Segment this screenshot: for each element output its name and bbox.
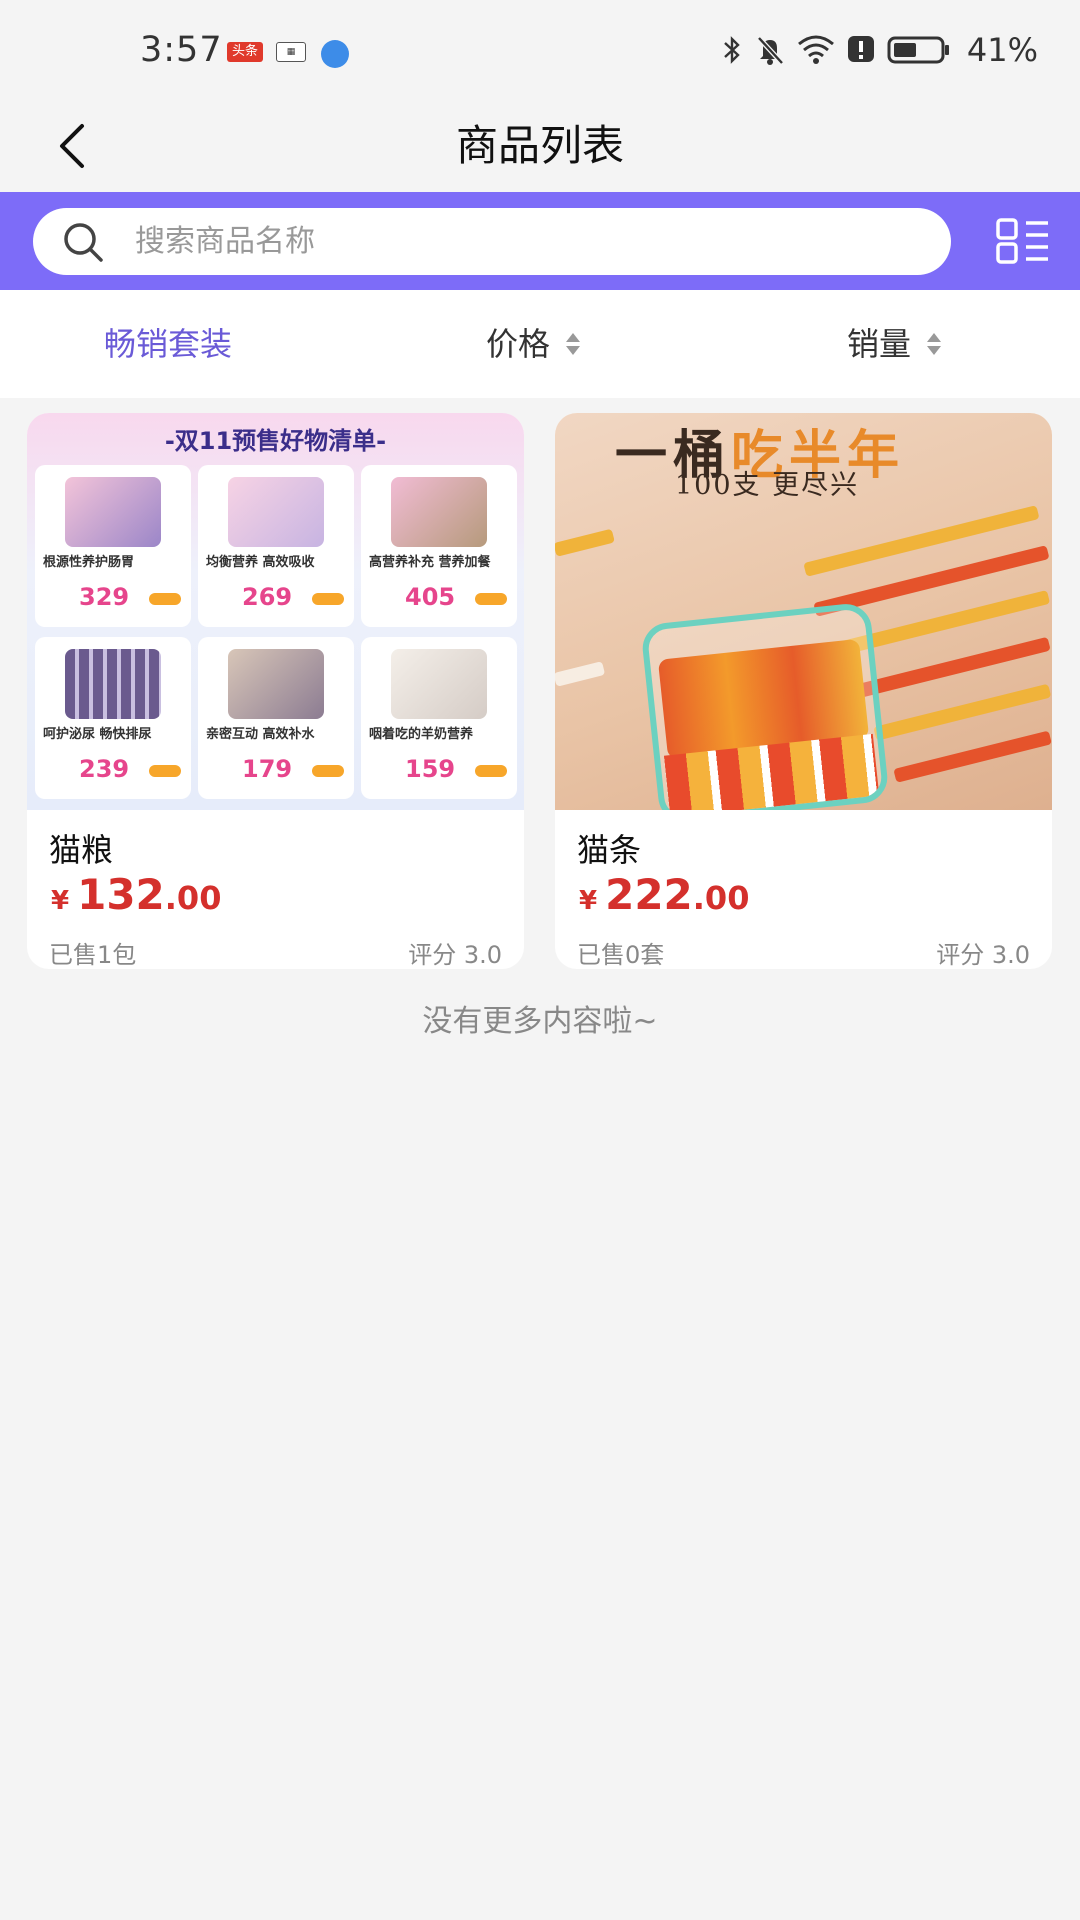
promo-title: -双11预售好物清单- xyxy=(164,427,387,455)
tile-caption: 高营养补充 营养加餐 xyxy=(369,555,491,570)
product-cans-image xyxy=(65,649,161,719)
product-name: 猫条 xyxy=(577,831,642,869)
promo-tile: 高营养补充 营养加餐 405 xyxy=(361,465,517,627)
product-name: 猫粮 xyxy=(49,831,114,869)
tile-price: 179 xyxy=(242,755,293,783)
product-image: -双11预售好物清单- 根源性养护肠胃 329 均衡营养 高效吸收 269 高营… xyxy=(27,413,524,810)
sort-tab-label: 销量 xyxy=(847,325,912,363)
search-box[interactable] xyxy=(33,208,951,275)
tile-caption: 呵护泌尿 畅快排尿 xyxy=(43,727,152,742)
news-notification-icon: ▦ xyxy=(276,42,306,62)
product-image: 一桶吃半年 100支 更尽兴 xyxy=(555,413,1052,810)
search-bar xyxy=(0,192,1080,290)
product-card[interactable]: 一桶吃半年 100支 更尽兴 猫条 ¥ 222 .00 已售0套 评分 3.0 xyxy=(555,413,1052,969)
sort-arrows-icon xyxy=(927,333,942,355)
app-header: 商品列表 xyxy=(0,100,1080,192)
tile-buy-button xyxy=(149,765,181,777)
tile-buy-button xyxy=(312,765,344,777)
promo-subtitle: 100支 更尽兴 xyxy=(675,470,860,501)
promo-tile: 根源性养护肠胃 329 xyxy=(35,465,191,627)
promo-tile: 亲密互动 高效补水 179 xyxy=(198,637,354,799)
price-currency: ¥ xyxy=(579,886,598,916)
tile-caption: 根源性养护肠胃 xyxy=(43,555,135,570)
product-sold-count: 已售0套 xyxy=(577,941,665,969)
price-integer: 222 xyxy=(605,870,693,919)
sort-tab-bestseller[interactable]: 畅销套装 xyxy=(104,320,232,368)
tile-caption: 均衡营养 高效吸收 xyxy=(206,555,315,570)
battery-icon xyxy=(887,35,951,65)
sort-bar: 畅销套装 价格 销量 xyxy=(0,290,1080,398)
tile-caption: 亲密互动 高效补水 xyxy=(206,727,315,742)
tile-caption: 咽着吃的羊奶营养 xyxy=(369,727,474,742)
price-integer: 132 xyxy=(77,870,165,919)
product-sold-count: 已售1包 xyxy=(49,941,137,969)
tile-buy-button xyxy=(475,765,507,777)
product-bag-image xyxy=(228,477,324,547)
product-rating: 评分 3.0 xyxy=(408,941,502,969)
price-decimal: .00 xyxy=(164,879,222,917)
product-cat-image xyxy=(228,649,324,719)
cat-stick xyxy=(555,661,606,687)
cat-stick xyxy=(893,730,1052,783)
promo-tile: 咽着吃的羊奶营养 159 xyxy=(361,637,517,799)
grid-list-toggle-icon[interactable] xyxy=(996,218,1050,264)
cat-stick xyxy=(873,683,1052,741)
no-more-content-label: 没有更多内容啦~ xyxy=(422,1004,658,1039)
status-bar: 3:57 头条 ▦ 41% xyxy=(0,0,1080,100)
sort-tab-sales[interactable]: 销量 xyxy=(847,320,943,368)
sort-tab-price[interactable]: 价格 xyxy=(486,320,582,368)
sort-tab-label: 价格 xyxy=(486,325,551,363)
price-decimal: .00 xyxy=(692,879,750,917)
wifi-icon xyxy=(797,34,835,66)
tile-price: 329 xyxy=(79,583,130,611)
battery-percent: 41% xyxy=(966,31,1038,69)
cat-stick-tub xyxy=(640,601,890,810)
tile-buy-button xyxy=(149,593,181,605)
tile-price: 269 xyxy=(242,583,293,611)
browser-notification-icon xyxy=(321,40,349,68)
status-time: 3:57 xyxy=(140,30,223,70)
product-rating: 评分 3.0 xyxy=(936,941,1030,969)
tile-buy-button xyxy=(475,593,507,605)
promo-tile: 均衡营养 高效吸收 269 xyxy=(198,465,354,627)
page-title: 商品列表 xyxy=(455,121,624,170)
product-bag-image xyxy=(391,477,487,547)
alert-icon xyxy=(847,35,875,65)
product-milk-image xyxy=(391,649,487,719)
search-input[interactable] xyxy=(135,224,895,259)
status-icons: 41% xyxy=(721,30,1038,70)
product-price: ¥ 222 .00 xyxy=(579,870,749,919)
cat-stick xyxy=(555,528,615,557)
product-bag-image xyxy=(65,477,161,547)
toutiao-notification-icon: 头条 xyxy=(227,42,263,62)
price-currency: ¥ xyxy=(51,886,70,916)
mute-icon xyxy=(755,34,785,66)
product-price: ¥ 132 .00 xyxy=(51,870,221,919)
product-card[interactable]: -双11预售好物清单- 根源性养护肠胃 329 均衡营养 高效吸收 269 高营… xyxy=(27,413,524,969)
sort-tab-label: 畅销套装 xyxy=(104,325,233,363)
bluetooth-icon xyxy=(721,34,743,66)
tile-price: 405 xyxy=(405,583,456,611)
search-icon xyxy=(64,222,103,262)
promo-tile: 呵护泌尿 畅快排尿 239 xyxy=(35,637,191,799)
sort-arrows-icon xyxy=(566,333,581,355)
tile-buy-button xyxy=(312,593,344,605)
tile-price: 159 xyxy=(405,755,456,783)
tile-price: 239 xyxy=(79,755,130,783)
